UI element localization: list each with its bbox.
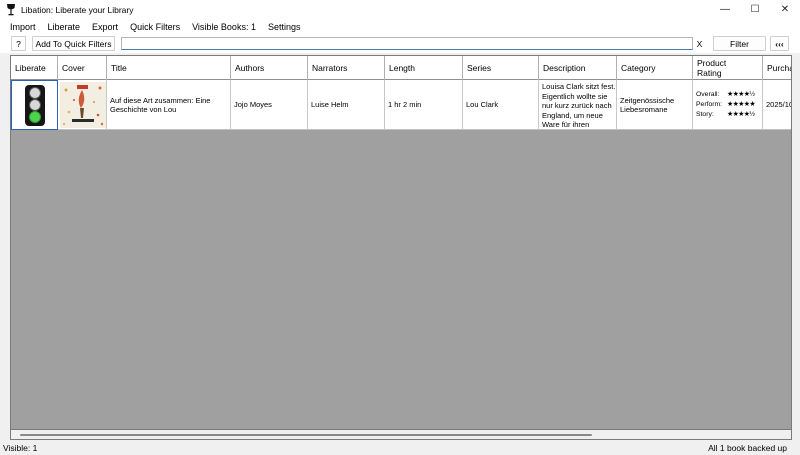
- product-rating-cell: Overall: ★★★★½ Perform: ★★★★★ Story: ★★★★½: [693, 80, 763, 130]
- horizontal-scrollbar[interactable]: [10, 430, 792, 440]
- cover-cell: [58, 80, 107, 130]
- menu-quick-filters[interactable]: Quick Filters: [124, 22, 186, 32]
- status-bar: Visible: 1 All 1 book backed up: [0, 441, 800, 455]
- filter-search-input[interactable]: [121, 37, 693, 50]
- category-cell: Zeitgenössische Liebesromane: [617, 80, 693, 130]
- visible-count-status: Visible: 1: [3, 443, 38, 453]
- column-header-cover[interactable]: Cover: [58, 56, 107, 80]
- column-header-narrators[interactable]: Narrators: [308, 56, 385, 80]
- column-header-title[interactable]: Title: [107, 56, 231, 80]
- performance-rating-label: Perform:: [696, 101, 723, 108]
- close-button[interactable]: ✕: [770, 0, 800, 19]
- menu-liberate[interactable]: Liberate: [42, 22, 87, 32]
- purchase-date-cell: 2025/10/: [766, 100, 791, 110]
- book-cover-image: [60, 82, 106, 128]
- menu-visible-books[interactable]: Visible Books: 1: [186, 22, 262, 32]
- length-cell: 1 hr 2 min: [385, 80, 463, 130]
- column-header-description[interactable]: Description: [539, 56, 617, 80]
- column-header-category[interactable]: Category: [617, 56, 693, 80]
- backup-status: All 1 book backed up: [708, 443, 787, 453]
- performance-rating-stars: ★★★★★: [727, 101, 755, 108]
- window-title: Libation: Liberate your Library: [21, 4, 134, 15]
- column-header-series[interactable]: Series: [463, 56, 539, 80]
- overall-rating-label: Overall:: [696, 91, 720, 98]
- narrators-cell: Luise Helm: [308, 80, 385, 130]
- book-grid[interactable]: Liberate Cover Title Authors Narrators L…: [10, 55, 792, 430]
- scrollbar-thumb[interactable]: [20, 434, 592, 436]
- column-header-liberate[interactable]: Liberate: [11, 56, 58, 80]
- column-header-purchased[interactable]: Purchas: [763, 56, 791, 80]
- traffic-light-icon[interactable]: [24, 84, 45, 126]
- light-red: [28, 86, 41, 99]
- table-row[interactable]: Auf diese Art zusammen: Eine Geschichte …: [11, 80, 791, 130]
- menu-export[interactable]: Export: [86, 22, 124, 32]
- liberate-cell[interactable]: [11, 80, 58, 130]
- filter-toolbar: ? Add To Quick Filters X Filter ‹‹‹: [0, 34, 800, 53]
- column-header-authors[interactable]: Authors: [231, 56, 308, 80]
- series-cell[interactable]: Lou Clark: [463, 80, 539, 130]
- collapse-button[interactable]: ‹‹‹: [770, 36, 789, 51]
- title-cell: Auf diese Art zusammen: Eine Geschichte …: [107, 80, 231, 130]
- grid-header: Liberate Cover Title Authors Narrators L…: [11, 56, 791, 80]
- description-cell[interactable]: Louisa Clark sitzt fest. Eigentlich woll…: [539, 80, 617, 130]
- filter-button[interactable]: Filter: [713, 36, 766, 51]
- menu-import[interactable]: Import: [4, 22, 42, 32]
- story-rating-stars: ★★★★½: [727, 111, 755, 118]
- light-green: [28, 111, 41, 124]
- wine-glass-icon: [7, 3, 15, 15]
- story-rating-label: Story:: [696, 111, 714, 118]
- clear-filter-button[interactable]: X: [693, 38, 706, 50]
- maximize-button[interactable]: ☐: [740, 0, 770, 19]
- add-to-quick-filters-button[interactable]: Add To Quick Filters: [32, 36, 115, 51]
- column-header-length[interactable]: Length: [385, 56, 463, 80]
- column-header-product-rating[interactable]: Product Rating: [693, 56, 763, 80]
- authors-cell: Jojo Moyes: [231, 80, 308, 130]
- title-bar: Libation: Liberate your Library — ☐ ✕: [0, 0, 800, 19]
- menu-bar: Import Liberate Export Quick Filters Vis…: [0, 19, 800, 34]
- minimize-button[interactable]: —: [710, 0, 740, 19]
- light-yellow: [28, 98, 41, 111]
- help-button[interactable]: ?: [11, 36, 26, 51]
- menu-settings[interactable]: Settings: [262, 22, 307, 32]
- overall-rating-stars: ★★★★½: [727, 91, 755, 98]
